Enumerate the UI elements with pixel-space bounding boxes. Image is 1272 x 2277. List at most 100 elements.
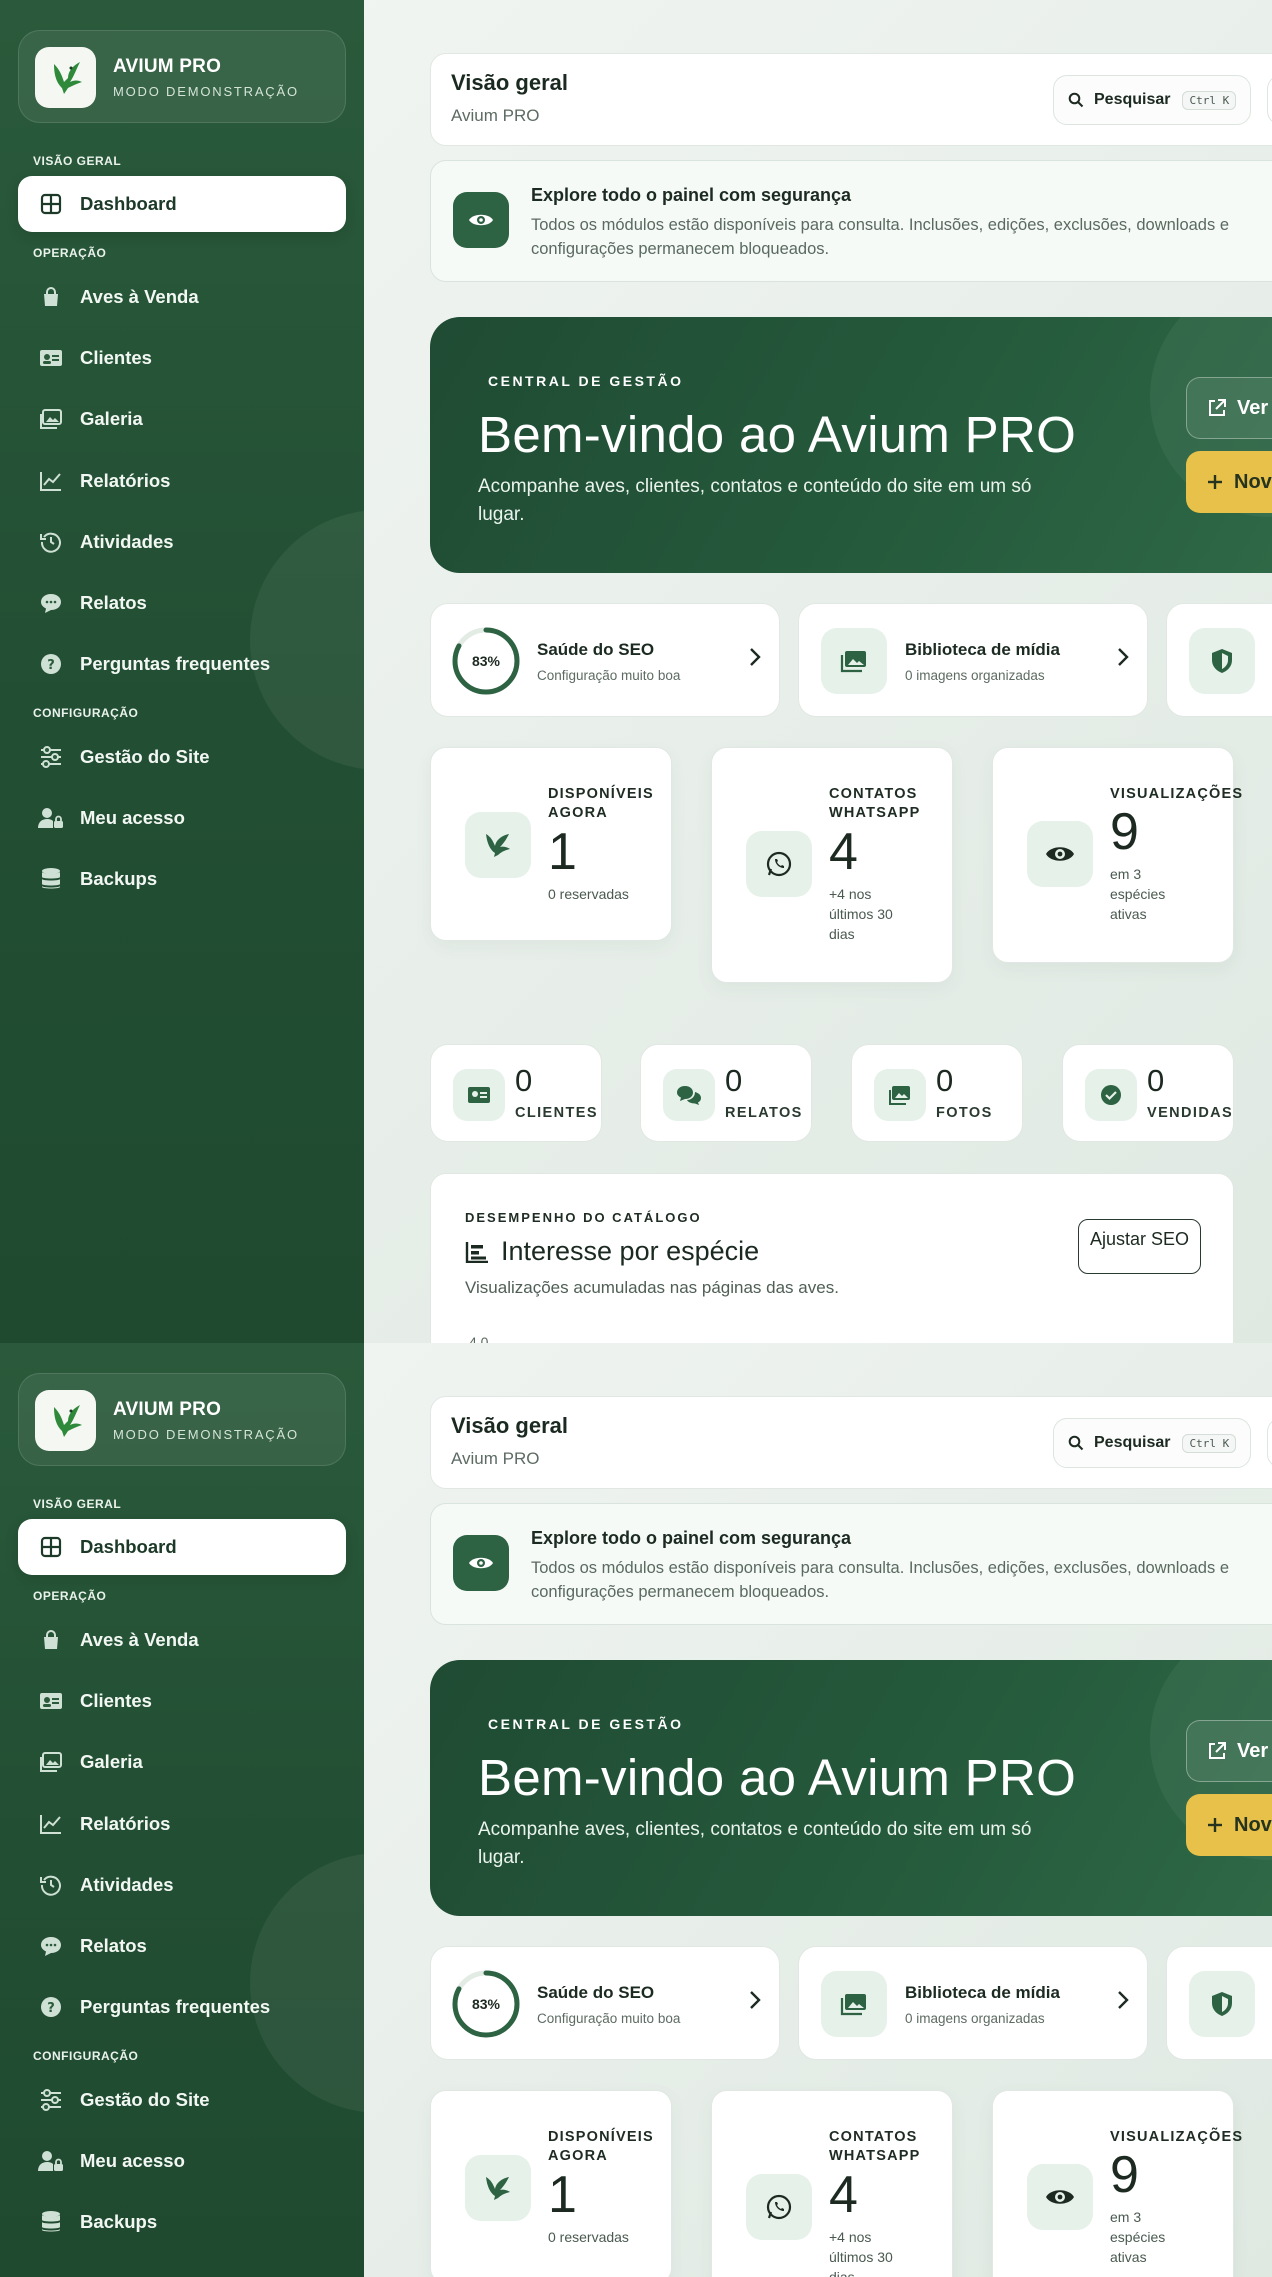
sidebar-item-faq[interactable]: ? Perguntas frequentes bbox=[18, 636, 346, 692]
new-bird-button[interactable]: Nova ave bbox=[1186, 1794, 1272, 1856]
sidebar-item-dashboard[interactable]: Dashboard bbox=[18, 176, 346, 232]
sidebar-item-reports[interactable]: Relatórios bbox=[18, 1796, 346, 1852]
eye-icon bbox=[453, 192, 509, 248]
stat-label: DISPONÍVEIS AGORA bbox=[548, 2129, 654, 2164]
mini-value: 0 bbox=[515, 1063, 533, 1098]
sidebar-item-dashboard[interactable]: Dashboard bbox=[18, 1519, 346, 1575]
sidebar-item-clients[interactable]: Clientes bbox=[18, 1673, 346, 1729]
contact-card-icon bbox=[36, 343, 66, 373]
sliders-icon bbox=[36, 2085, 66, 2115]
media-library-card[interactable]: Biblioteca de mídia 0 imagens organizada… bbox=[798, 603, 1148, 717]
sidebar-item-my-access[interactable]: Meu acesso bbox=[18, 2133, 346, 2189]
dashboard-icon bbox=[36, 1532, 66, 1562]
sidebar-item-label: Backups bbox=[80, 868, 158, 889]
mini-card-sold: 0 VENDIDAS bbox=[1062, 1044, 1234, 1142]
image-icon bbox=[821, 628, 887, 694]
search-button[interactable]: Pesquisar Ctrl K bbox=[1053, 75, 1251, 125]
brand-subtitle: MODO DEMONSTRAÇÃO bbox=[113, 84, 299, 99]
stat-desc: em 3 espécies ativas bbox=[1110, 866, 1166, 922]
mini-card-photos: 0 FOTOS bbox=[851, 1044, 1023, 1142]
perf-description: Visualizações acumuladas nas páginas das… bbox=[465, 1278, 839, 1297]
sidebar-item-testimonials[interactable]: Relatos bbox=[18, 575, 346, 631]
stat-desc: +4 nos últimos 30 dias bbox=[829, 886, 893, 942]
topbar-extra-button[interactable] bbox=[1267, 75, 1272, 125]
sidebar-item-activities[interactable]: Atividades bbox=[18, 1857, 346, 1913]
stat-desc: 0 reservadas bbox=[548, 886, 629, 902]
sidebar-item-faq[interactable]: ? Perguntas frequentes bbox=[18, 1979, 346, 2035]
stat-card-available: DISPONÍVEIS AGORA 1 0 reservadas bbox=[430, 2090, 672, 2277]
page-subtitle: Avium PRO bbox=[451, 1449, 540, 1468]
sidebar-item-label: Clientes bbox=[80, 1690, 152, 1711]
sidebar-item-label: Perguntas frequentes bbox=[80, 1996, 271, 2017]
eye-icon bbox=[453, 1535, 509, 1591]
brand-card[interactable]: AVIUM PRO MODO DEMONSTRAÇÃO bbox=[18, 30, 346, 123]
seo-health-card[interactable]: 83% Saúde do SEO Configuração muito boa bbox=[430, 1946, 780, 2060]
sidebar-item-birds-for-sale[interactable]: Aves à Venda bbox=[18, 1612, 346, 1668]
sidebar-item-birds-for-sale[interactable]: Aves à Venda bbox=[18, 269, 346, 325]
view-site-button[interactable]: Ver site bbox=[1186, 1720, 1272, 1782]
hero-kicker: CENTRAL DE GESTÃO bbox=[488, 373, 684, 389]
notice-title: Explore todo o painel com segurança bbox=[531, 185, 852, 205]
sidebar-item-gallery[interactable]: Galeria bbox=[18, 1734, 346, 1790]
sidebar-item-clients[interactable]: Clientes bbox=[18, 330, 346, 386]
sidebar-item-label: Perguntas frequentes bbox=[80, 653, 271, 674]
sidebar-item-testimonials[interactable]: Relatos bbox=[18, 1918, 346, 1974]
stat-value: 4 bbox=[829, 2166, 858, 2224]
sidebar-item-label: Aves à Venda bbox=[80, 1629, 199, 1650]
brand-name: AVIUM PRO bbox=[113, 1399, 222, 1420]
line-chart-icon bbox=[36, 466, 66, 496]
image-icon bbox=[821, 1971, 887, 2037]
topbar-extra-button[interactable] bbox=[1267, 1418, 1272, 1468]
search-button[interactable]: Pesquisar Ctrl K bbox=[1053, 1418, 1251, 1468]
demo-notice: Explore todo o painel com segurança Todo… bbox=[430, 1503, 1272, 1625]
sidebar-item-site-management[interactable]: Gestão do Site bbox=[18, 2072, 346, 2128]
demo-notice: Explore todo o painel com segurança Todo… bbox=[430, 160, 1272, 282]
sidebar-item-backups[interactable]: Backups bbox=[18, 851, 346, 907]
sidebar-item-label: Meu acesso bbox=[80, 807, 185, 828]
new-bird-label: Nova ave bbox=[1234, 470, 1272, 493]
bar-chart-icon bbox=[465, 1241, 489, 1263]
media-library-card[interactable]: Biblioteca de mídia 0 imagens organizada… bbox=[798, 1946, 1148, 2060]
brand-card[interactable]: AVIUM PRO MODO DEMONSTRAÇÃO bbox=[18, 1373, 346, 1466]
quick-card-title: Saúde do SEO bbox=[537, 640, 655, 659]
stat-desc: em 3 espécies ativas bbox=[1110, 2209, 1166, 2265]
sidebar-item-label: Meu acesso bbox=[80, 2150, 185, 2171]
quick-card-subtitle: 0 imagens organizadas bbox=[905, 2011, 1045, 2026]
sidebar-item-activities[interactable]: Atividades bbox=[18, 514, 346, 570]
stat-label: VISUALIZAÇÕES bbox=[1110, 2129, 1244, 2145]
view-site-button[interactable]: Ver site bbox=[1186, 377, 1272, 439]
external-link-icon bbox=[1207, 398, 1227, 418]
sidebar-item-gallery[interactable]: Galeria bbox=[18, 391, 346, 447]
sidebar-item-backups[interactable]: Backups bbox=[18, 2194, 346, 2250]
sidebar-item-site-management[interactable]: Gestão do Site bbox=[18, 729, 346, 785]
brand-subtitle: MODO DEMONSTRAÇÃO bbox=[113, 1427, 299, 1442]
topbar: Visão geral Avium PRO Pesquisar Ctrl K bbox=[430, 53, 1272, 146]
security-card[interactable] bbox=[1166, 603, 1272, 717]
sidebar-item-reports[interactable]: Relatórios bbox=[18, 453, 346, 509]
image-icon bbox=[36, 404, 66, 434]
quick-card-title: Biblioteca de mídia bbox=[905, 640, 1060, 659]
image-icon bbox=[36, 1747, 66, 1777]
hero-title: Bem-vindo ao Avium PRO bbox=[478, 1749, 1077, 1806]
chat-icon bbox=[36, 588, 66, 618]
view-site-label: Ver site bbox=[1237, 396, 1272, 419]
sidebar-item-label: Clientes bbox=[80, 347, 152, 368]
seo-health-card[interactable]: 83% Saúde do SEO Configuração muito boa bbox=[430, 603, 780, 717]
hero-description: Acompanhe aves, clientes, contatos e con… bbox=[478, 1819, 1032, 1868]
security-card[interactable] bbox=[1166, 1946, 1272, 2060]
chevron-right-icon bbox=[749, 647, 761, 667]
shopping-bag-icon bbox=[36, 1625, 66, 1655]
seo-score: 83% bbox=[471, 653, 501, 669]
catalog-performance-card: DESEMPENHO DO CATÁLOGO Interesse por esp… bbox=[430, 1173, 1234, 1343]
adjust-seo-button[interactable]: Ajustar SEO bbox=[1078, 1219, 1201, 1274]
search-label: Pesquisar bbox=[1094, 1434, 1171, 1451]
sidebar-item-my-access[interactable]: Meu acesso bbox=[18, 790, 346, 846]
new-bird-label: Nova ave bbox=[1234, 1813, 1272, 1836]
new-bird-button[interactable]: Nova ave bbox=[1186, 451, 1272, 513]
sidebar-item-label: Backups bbox=[80, 2211, 158, 2232]
quick-card-subtitle: Configuração muito boa bbox=[537, 668, 681, 683]
stat-desc: 0 reservadas bbox=[548, 2229, 629, 2245]
stat-card-whatsapp: CONTATOS WHATSAPP 4 +4 nos últimos 30 di… bbox=[711, 747, 953, 983]
sidebar: AVIUM PRO MODO DEMONSTRAÇÃO VISÃO GERAL … bbox=[0, 0, 364, 1343]
sidebar-item-label: Dashboard bbox=[80, 1536, 177, 1557]
